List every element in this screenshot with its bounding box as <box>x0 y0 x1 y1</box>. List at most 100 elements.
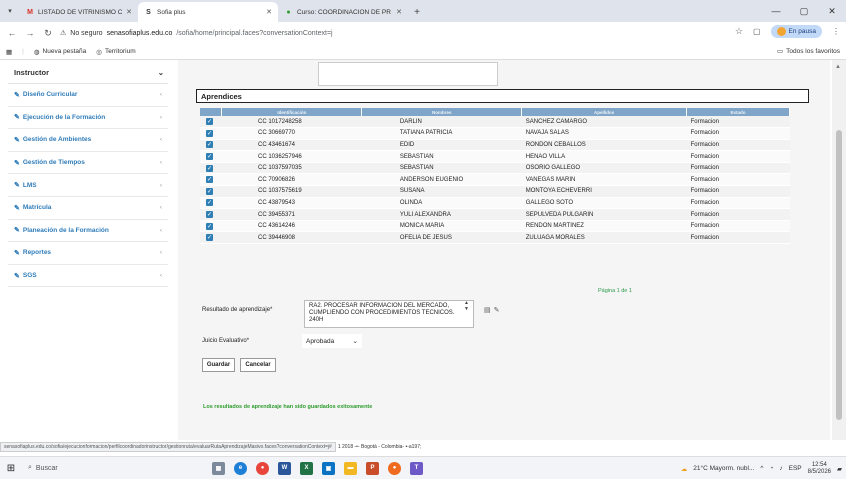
chevron-left-icon: ‹ <box>159 226 162 234</box>
sidebar-item-diseno[interactable]: ✎ Diseño Curricular ‹ <box>8 84 168 107</box>
powerpoint-icon[interactable]: P <box>366 461 379 475</box>
pager: Página 1 de 1 <box>598 288 632 294</box>
forward-icon[interactable]: → <box>24 27 36 39</box>
weather[interactable]: 21°C Mayorm. nubl... <box>693 465 754 472</box>
browser-tab[interactable]: ● Curso: COORDINACION DE PR ✕ <box>278 2 408 22</box>
column-header[interactable]: Nombres <box>361 108 523 116</box>
browser-tab[interactable]: M LISTADO DE VITRINISMO CON ✕ <box>20 2 138 22</box>
close-tab-icon[interactable]: ✕ <box>266 8 272 16</box>
close-tab-icon[interactable]: ✕ <box>396 8 402 16</box>
edge-icon[interactable]: e <box>234 461 247 475</box>
firefox-icon[interactable]: ● <box>388 461 401 475</box>
table-row: ✓ CC 70906826 ANDERSON EUGENIO VANEGAS MARI… <box>200 173 790 187</box>
column-header[interactable]: Estado <box>686 108 790 116</box>
checkbox-checked-icon[interactable]: ✓ <box>206 199 213 207</box>
windows-start-icon[interactable]: ⊞ <box>0 463 22 474</box>
minimize-icon[interactable]: — <box>762 0 790 22</box>
browser-tools: ☆ ▢ En pausa ⋮ <box>735 25 840 38</box>
star-icon[interactable]: ☆ <box>735 26 743 37</box>
cancel-button[interactable]: Cancelar <box>240 358 276 372</box>
checkbox-checked-icon[interactable]: ✓ <box>206 176 213 184</box>
back-icon[interactable]: ← <box>6 27 18 39</box>
checkbox-checked-icon[interactable]: ✓ <box>206 234 213 242</box>
sidebar-item-matricula[interactable]: ✎ Matrícula ‹ <box>8 197 168 220</box>
checkbox-checked-icon[interactable]: ✓ <box>206 222 213 230</box>
sidebar-item-reportes[interactable]: ✎ Reportes ‹ <box>8 242 168 265</box>
checkbox-checked-icon[interactable]: ✓ <box>206 118 213 126</box>
juicio-label: Juicio Evaluativo* <box>202 338 250 344</box>
maximize-icon[interactable]: ▢ <box>790 0 818 22</box>
all-bookmarks[interactable]: ▭ Todos los favoritos <box>777 47 840 56</box>
browser-tab-active[interactable]: S Sofia plus ✕ <box>138 2 278 22</box>
checkbox-checked-icon[interactable]: ✓ <box>206 211 213 219</box>
checkbox-checked-icon[interactable]: ✓ <box>206 129 213 137</box>
cell-identificacion: CC 1017248258 <box>221 116 362 129</box>
apps-icon[interactable]: ▦ <box>6 48 12 56</box>
select-column-header <box>200 108 223 116</box>
taskbar-search[interactable]: ⌕ Buscar <box>22 460 192 476</box>
resultado-textarea[interactable]: RA2. PROCESAR INFORMACION DEL MERCADO, C… <box>304 300 474 328</box>
save-button[interactable]: Guardar <box>202 358 235 372</box>
close-tab-icon[interactable]: ✕ <box>126 8 132 16</box>
page-scrollbar[interactable]: ▲ <box>832 60 846 440</box>
bookmark-label: Nueva pestaña <box>42 48 87 55</box>
chrome-icon[interactable]: ● <box>256 461 269 475</box>
resultado-label: Resultado de aprendizaje* <box>202 307 273 313</box>
teams-icon[interactable]: T <box>410 461 423 475</box>
network-icon[interactable]: ◔ <box>769 465 773 472</box>
cell-nombres: SEBASTIAN <box>361 150 522 163</box>
clear-icon[interactable]: ✎ <box>494 306 500 314</box>
table-row: ✓ CC 43614246 MONICA MARIA RENDON MARTINEZ F… <box>200 220 790 233</box>
menu-icon[interactable]: ⋮ <box>832 27 840 36</box>
bookmark-new-tab[interactable]: ◍ Nueva pestaña <box>34 48 86 56</box>
table-row: ✓ CC 1037597035 SEBASTIAN OSORIO GALLEGO For… <box>200 162 790 175</box>
sidebar-item-tiempos[interactable]: ✎ Gestión de Tiempos ‹ <box>8 152 168 175</box>
resultado-scroll[interactable]: ▲ ▼ <box>464 300 469 312</box>
juicio-value: Aprobada <box>306 337 335 345</box>
role-select[interactable]: Instructor ⌄ <box>8 62 168 84</box>
observations-field[interactable] <box>318 62 498 86</box>
sidebar-item-sgs[interactable]: ✎ SGS ‹ <box>8 265 168 288</box>
reload-icon[interactable]: ↻ <box>42 27 54 39</box>
taskview-icon[interactable]: ▦ <box>212 461 225 475</box>
sidebar-item-ejecucion[interactable]: ✎ Ejecución de la Formación ‹ <box>8 107 168 130</box>
calendar-icon[interactable]: ▤ <box>484 306 491 314</box>
word-icon[interactable]: W <box>278 461 291 475</box>
profile-pause-button[interactable]: En pausa <box>770 25 822 38</box>
notifications-icon[interactable]: ▰ <box>837 465 842 473</box>
sidebar-item-label: Matrícula <box>22 204 52 212</box>
clock[interactable]: 12:54 8/5/2026 <box>808 462 831 476</box>
store-icon[interactable]: ▣ <box>322 461 335 475</box>
lang[interactable]: ESP <box>789 465 802 472</box>
checkbox-checked-icon[interactable]: ✓ <box>206 187 213 195</box>
extensions-icon[interactable]: ▢ <box>753 27 761 36</box>
url-field[interactable]: ⚠ No seguro senasofiaplus.edu.co/sofia/h… <box>60 25 333 41</box>
bookmark-label: Territorium <box>104 48 136 55</box>
tab-search-icon[interactable]: ▾ <box>0 0 20 22</box>
excel-icon[interactable]: X <box>300 461 313 475</box>
scroll-thumb[interactable] <box>836 130 842 420</box>
bookmark-territorium[interactable]: ◎ Territorium <box>96 48 135 56</box>
status-bar: senasofiaplus.edu.co/sofia/ejecucionform… <box>0 440 846 454</box>
checkbox-checked-icon[interactable]: ✓ <box>206 153 213 161</box>
column-header[interactable]: Identificación <box>221 108 363 116</box>
resultado-tools: ▤ ✎ <box>484 306 500 314</box>
close-window-icon[interactable]: ✕ <box>818 0 846 22</box>
sidebar-item-ambientes[interactable]: ✎ Gestión de Ambientes ‹ <box>8 129 168 152</box>
juicio-select[interactable]: Aprobada ⌄ <box>302 334 362 348</box>
checkbox-checked-icon[interactable]: ✓ <box>206 164 213 172</box>
edit-icon: ✎ <box>14 227 20 235</box>
new-tab-button[interactable]: + <box>408 2 426 22</box>
cell-identificacion: CC 43879543 <box>221 197 362 210</box>
sidebar-item-lms[interactable]: ✎ LMS ‹ <box>8 174 168 197</box>
scroll-up-icon[interactable]: ▲ <box>835 64 841 70</box>
tray-chevron-icon[interactable]: ^ <box>760 465 763 472</box>
pause-label: En pausa <box>788 28 816 35</box>
checkbox-checked-icon[interactable]: ✓ <box>206 141 213 149</box>
explorer-icon[interactable]: ▬ <box>344 461 357 475</box>
sidebar-item-planeacion[interactable]: ✎ Planeación de la Formación ‹ <box>8 220 168 243</box>
volume-icon[interactable]: ♪ <box>779 465 782 472</box>
select-cell: ✓ <box>200 162 222 175</box>
column-header[interactable]: Apellidos <box>521 108 688 116</box>
select-cell: ✓ <box>200 116 222 129</box>
